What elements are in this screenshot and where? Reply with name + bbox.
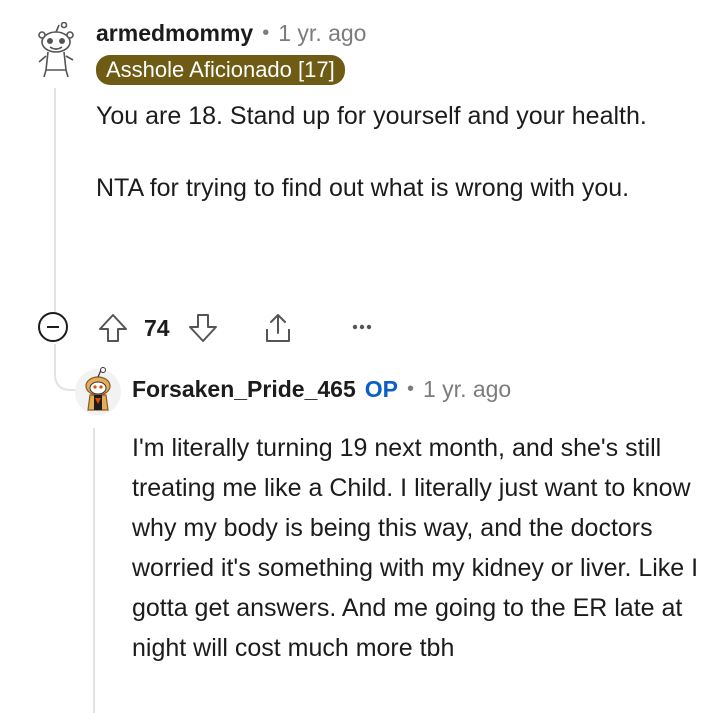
separator-dot: •: [406, 378, 414, 400]
comment-header: Forsaken_Pride_465 OP • 1 yr. ago: [132, 376, 511, 403]
snoo-avatar-icon[interactable]: [72, 364, 124, 416]
comment-paragraph: NTA for trying to find out what is wrong…: [96, 174, 630, 202]
comment-body: You are 18. Stand up for yourself and yo…: [96, 96, 686, 240]
share-icon[interactable]: [261, 311, 295, 345]
collapse-icon[interactable]: [38, 312, 68, 342]
thread-line: [93, 428, 95, 713]
timestamp[interactable]: 1 yr. ago: [278, 20, 366, 47]
timestamp[interactable]: 1 yr. ago: [423, 376, 511, 403]
comment-action-bar: 74: [38, 311, 398, 345]
comment-paragraph: You are 18. Stand up for yourself and yo…: [96, 102, 647, 130]
vote-count: 74: [144, 315, 170, 341]
more-icon[interactable]: [350, 317, 374, 337]
username-link[interactable]: armedmommy: [96, 20, 253, 47]
username-link[interactable]: Forsaken_Pride_465: [132, 376, 356, 403]
comment-body: I'm literally turning 19 next month, and…: [132, 434, 699, 662]
user-flair: Asshole Aficionado [17]: [96, 55, 345, 85]
thread-line: [54, 88, 56, 312]
upvote-icon[interactable]: [96, 311, 130, 345]
comment-header: armedmommy • 1 yr. ago: [96, 20, 366, 47]
snoo-avatar-icon[interactable]: [33, 22, 79, 80]
op-badge: OP: [364, 376, 398, 402]
separator-dot: •: [262, 22, 270, 44]
downvote-icon[interactable]: [186, 311, 220, 345]
